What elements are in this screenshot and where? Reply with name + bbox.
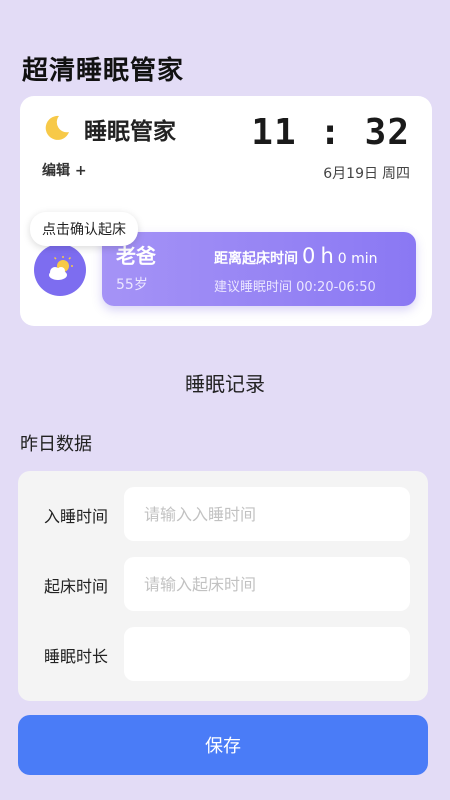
clock: 11 : 32 (251, 112, 410, 153)
person-card[interactable]: 老爸 55岁 距离起床时间 0 h0 min 建议睡眠时间 00:20-06:50 (102, 232, 416, 306)
sleep-form: 入睡时间 起床时间 睡眠时长 (18, 471, 428, 701)
partly-cloudy-icon (49, 256, 73, 280)
app-title: 超清睡眠管家 (22, 56, 185, 86)
section-title: 睡眠记录 (185, 372, 265, 396)
form-row-sleep-time: 入睡时间 (18, 487, 428, 541)
yesterday-data-title: 昨日数据 (20, 434, 92, 455)
save-button[interactable]: 保存 (18, 715, 428, 775)
weather-avatar[interactable] (34, 244, 86, 296)
card-title: 睡眠管家 (84, 119, 176, 145)
wake-time-input[interactable] (124, 557, 410, 611)
sleep-card: z z 睡眠管家 11 : 32 6月19日 周四 编辑 + 点击确认起床 老爸 … (20, 96, 432, 326)
form-row-wake-time: 起床时间 (18, 557, 428, 611)
weekday: 周四 (382, 166, 410, 182)
sleep-duration-input[interactable] (124, 627, 410, 681)
edit-button[interactable]: 编辑 + (42, 160, 87, 180)
date-row: 6月19日 周四 (323, 163, 410, 183)
person-age: 55岁 (116, 277, 148, 293)
wake-countdown: 距离起床时间 0 h0 min (214, 244, 378, 268)
svg-text:z: z (63, 118, 67, 125)
countdown-label: 距离起床时间 (214, 251, 298, 267)
form-row-sleep-duration: 睡眠时长 (18, 627, 428, 681)
suggested-sleep-time: 建议睡眠时间 00:20-06:50 (214, 280, 376, 295)
sleep-time-input[interactable] (124, 487, 410, 541)
countdown-hours-unit: h (320, 244, 334, 268)
field-label: 起床时间 (44, 577, 109, 596)
date: 6月19日 (323, 166, 378, 182)
countdown-minutes: 0 min (337, 251, 378, 267)
field-label: 睡眠时长 (44, 647, 109, 666)
moon-icon: z z (45, 115, 69, 140)
field-label: 入睡时间 (44, 507, 109, 526)
countdown-hours: 0 (302, 244, 316, 268)
confirm-wake-tooltip[interactable]: 点击确认起床 (30, 212, 138, 246)
